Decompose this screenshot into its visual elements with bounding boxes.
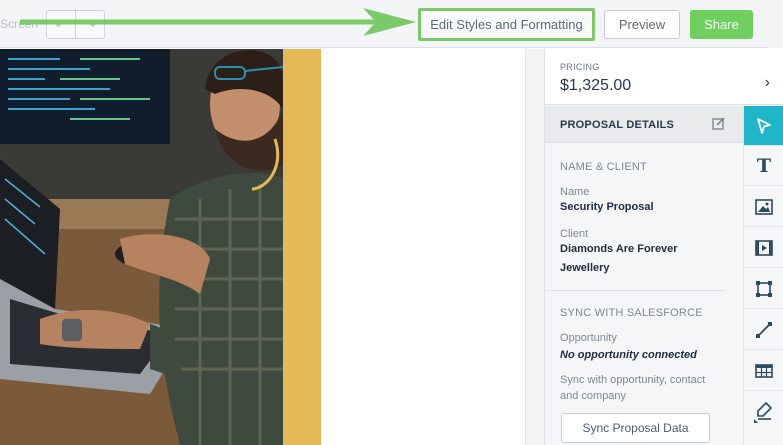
pointer-tool[interactable] [744,106,783,146]
pricing-section[interactable]: PRICING $1,325.00 › [545,49,783,105]
opportunity-value: No opportunity connected [560,349,697,361]
section-divider [545,290,726,291]
edit-styles-button[interactable]: Edit Styles and Formatting [418,8,595,41]
table-icon [755,363,773,378]
signature-icon [754,402,772,423]
toolbar-edge [768,0,783,48]
share-button[interactable]: Share [690,10,753,39]
name-client-section-title: NAME & CLIENT [560,161,647,173]
line-icon [756,321,772,338]
proposal-details-header: PROPOSAL DETAILS [545,106,743,143]
annotation-arrow-icon [20,8,416,36]
pricing-label: PRICING [560,62,600,72]
top-toolbar: Screen ↶ ↷ Edit Styles and Formatting Pr… [0,0,783,48]
preview-button[interactable]: Preview [604,10,680,39]
sync-proposal-data-button[interactable]: Sync Proposal Data [561,413,710,443]
shape-icon [756,280,772,297]
text-icon: T [756,154,772,177]
name-label: Name [560,186,590,198]
signature-tool[interactable] [744,392,783,432]
proposal-details-panel: PROPOSAL DETAILS NAME & CLIENT Name Secu… [545,106,744,445]
client-value: Diamonds Are Forever Jewellery [560,243,678,274]
proposal-canvas[interactable] [0,49,510,445]
image-tool[interactable] [744,187,783,227]
edit-icon[interactable] [712,117,725,130]
proposal-details-title: PROPOSAL DETAILS [560,119,675,131]
image-icon [755,198,773,215]
name-value: Security Proposal [560,201,654,213]
right-panel: PRICING $1,325.00 › PROPOSAL DETAILS NAM… [544,49,783,445]
pricing-value: $1,325.00 [560,77,632,94]
text-tool[interactable]: T [744,146,783,186]
opportunity-label: Opportunity [560,332,617,344]
line-tool[interactable] [744,310,783,350]
pointer-icon [757,117,771,134]
gold-accent-block [283,49,321,445]
salesforce-section-title: SYNC WITH SALESFORCE [560,307,703,319]
cover-photo[interactable] [0,49,283,445]
canvas-scrollbar[interactable] [525,49,544,445]
chevron-right-icon[interactable]: › [765,74,770,92]
table-tool[interactable] [744,351,783,391]
shape-tool[interactable] [744,269,783,309]
video-icon [755,239,773,256]
client-label: Client [560,228,589,240]
tool-column: T [744,106,783,445]
sync-description: Sync with opportunity, contact and compa… [560,374,706,402]
video-tool[interactable] [744,228,783,268]
